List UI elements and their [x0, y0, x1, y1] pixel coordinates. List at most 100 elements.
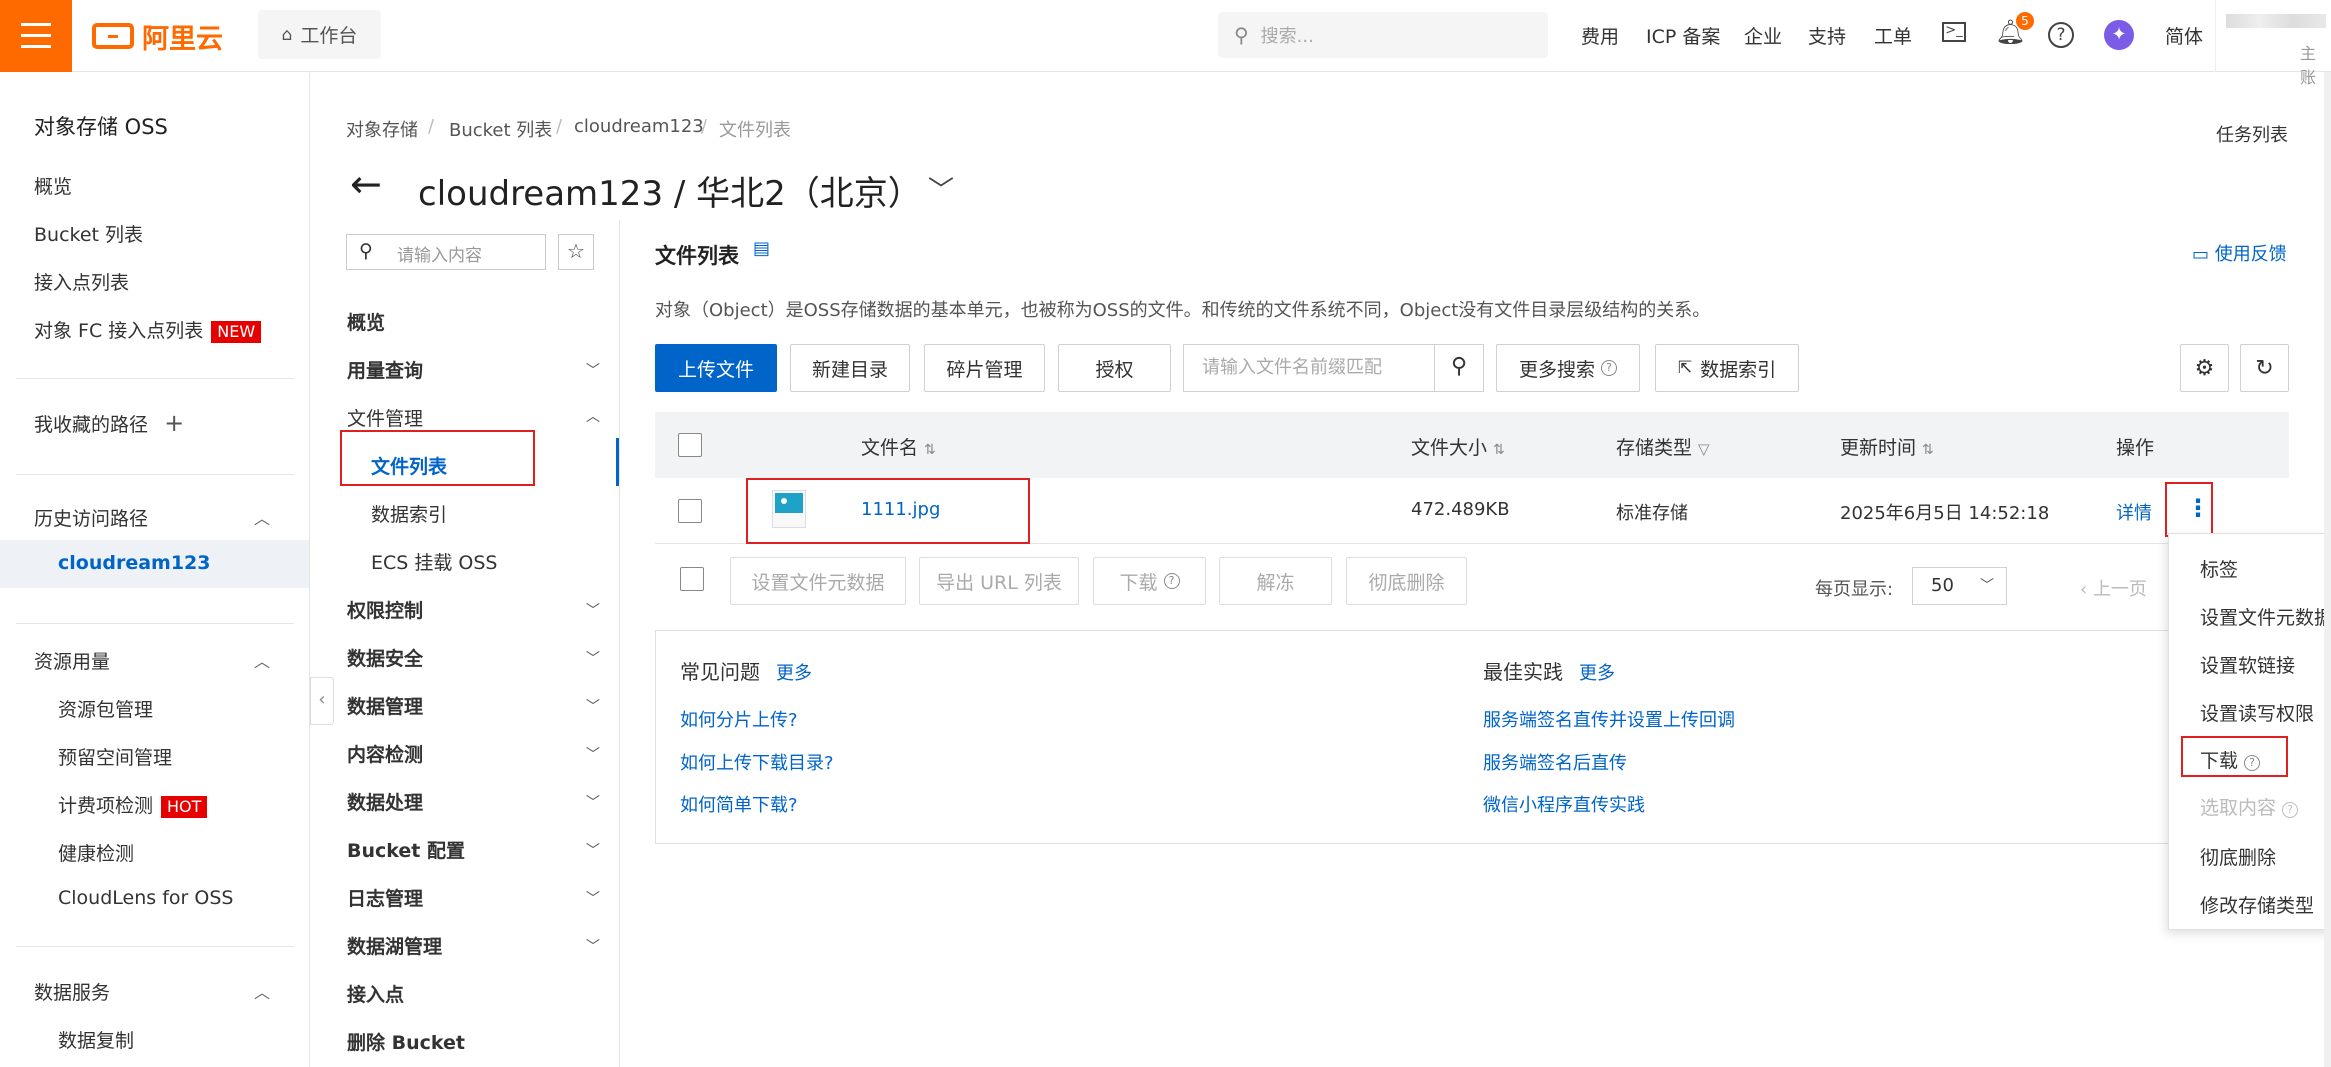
aliyun-logo[interactable]: 阿里云: [92, 18, 223, 55]
sidebar-item-fc-access-points[interactable]: 对象 FC 接入点列表 NEW: [34, 316, 262, 343]
nav-overview[interactable]: 概览: [347, 308, 385, 335]
settings-gear-icon[interactable]: ⚙: [2180, 344, 2229, 392]
nav-data-management[interactable]: 数据管理: [347, 692, 423, 719]
breadcrumb-oss[interactable]: 对象存储: [346, 116, 418, 142]
avatar[interactable]: ✦: [2104, 20, 2134, 50]
nav-search-input[interactable]: ⚲ 请输入内容: [346, 234, 546, 270]
help-icon[interactable]: ?: [2048, 22, 2074, 48]
sidebar-item-access-points[interactable]: 接入点列表: [34, 268, 129, 295]
faq-more-link[interactable]: 更多: [776, 663, 812, 684]
sidebar-item-health-check[interactable]: 健康检测: [58, 839, 134, 866]
nav-content-check[interactable]: 内容检测: [347, 740, 423, 767]
nav-log-management[interactable]: 日志管理: [347, 884, 423, 911]
faq-link[interactable]: 如何分片上传?: [680, 706, 798, 732]
star-icon[interactable]: ☆: [558, 234, 594, 270]
chevron-down-icon[interactable]: ﹀: [586, 936, 600, 956]
bulk-select-checkbox[interactable]: [680, 567, 704, 591]
sidebar-item-cloudlens[interactable]: CloudLens for OSS: [58, 887, 233, 909]
terminal-icon[interactable]: >_: [1942, 22, 1966, 42]
menu-item-symlink[interactable]: 设置软链接: [2200, 651, 2295, 678]
nav-delete-bucket[interactable]: 删除 Bucket: [347, 1028, 465, 1055]
plus-icon[interactable]: +: [164, 409, 184, 437]
set-metadata-button[interactable]: 设置文件元数据: [730, 557, 906, 605]
menu-item-change-storage[interactable]: 修改存储类型: [2200, 891, 2314, 918]
menu-item-set-metadata[interactable]: 设置文件元数据: [2200, 603, 2331, 630]
chevron-up-icon[interactable]: ︿: [254, 505, 270, 529]
sidebar-item-billing-check[interactable]: 计费项检测 HOT: [58, 791, 208, 818]
permanent-delete-button[interactable]: 彻底删除: [1346, 557, 1467, 605]
nav-data-security[interactable]: 数据安全: [347, 644, 423, 671]
chevron-down-icon[interactable]: ﹀: [586, 600, 600, 620]
sidebar-item-resource-packages[interactable]: 资源包管理: [58, 695, 153, 722]
workbench-button[interactable]: ⌂ 工作台: [258, 10, 381, 59]
chevron-down-icon[interactable]: ﹀: [928, 170, 954, 207]
sidebar-item-overview[interactable]: 概览: [34, 172, 72, 199]
feedback-link[interactable]: ▭ 使用反馈: [2192, 240, 2287, 266]
nav-link-billing[interactable]: 费用: [1581, 22, 1619, 49]
chevron-up-icon[interactable]: ︿: [254, 979, 270, 1003]
header-storage-type[interactable]: 存储类型 ▽: [1616, 433, 1710, 460]
header-filename[interactable]: 文件名 ⇅: [861, 433, 936, 460]
chevron-down-icon[interactable]: ﹀: [586, 360, 600, 380]
sidebar-item-reserved-space[interactable]: 预留空间管理: [58, 743, 172, 770]
nav-data-lake[interactable]: 数据湖管理: [347, 932, 442, 959]
language-switch[interactable]: 简体: [2165, 22, 2203, 49]
chevron-down-icon[interactable]: ﹀: [586, 696, 600, 716]
chevron-down-icon[interactable]: ﹀: [586, 648, 600, 668]
account-menu[interactable]: 主账: [2215, 0, 2331, 87]
upload-file-button[interactable]: 上传文件: [655, 344, 777, 392]
fragment-management-button[interactable]: 碎片管理: [924, 344, 1045, 392]
prev-page-button[interactable]: ‹ 上一页: [2080, 575, 2147, 601]
bulk-download-button[interactable]: 下载?: [1093, 557, 1206, 605]
chevron-up-icon[interactable]: ︿: [586, 406, 600, 426]
authorize-button[interactable]: 授权: [1058, 344, 1171, 392]
nav-link-ticket[interactable]: 工单: [1874, 22, 1912, 49]
file-detail-link[interactable]: 详情: [2116, 499, 2152, 525]
select-all-checkbox[interactable]: [678, 433, 702, 457]
task-list-link[interactable]: 任务列表: [2216, 121, 2288, 147]
row-checkbox[interactable]: [678, 499, 702, 523]
sidebar-item-favorites[interactable]: 我收藏的路径 +: [34, 409, 184, 437]
nav-link-icp[interactable]: ICP 备案: [1646, 22, 1720, 49]
sidebar-item-bucket-list[interactable]: Bucket 列表: [34, 220, 143, 247]
sidebar-group-history[interactable]: 历史访问路径: [34, 504, 148, 531]
search-icon[interactable]: ⚲: [1434, 344, 1484, 392]
back-arrow-icon[interactable]: ←: [350, 162, 382, 206]
refresh-icon[interactable]: ↻: [2240, 344, 2289, 392]
document-icon[interactable]: ▤: [753, 238, 770, 259]
faq-link[interactable]: 如何简单下载?: [680, 791, 798, 817]
export-url-button[interactable]: 导出 URL 列表: [919, 557, 1079, 605]
nav-data-index[interactable]: 数据索引: [371, 500, 447, 527]
nav-file-management[interactable]: 文件管理: [347, 404, 423, 431]
nav-link-support[interactable]: 支持: [1808, 22, 1846, 49]
sidebar-group-resource[interactable]: 资源用量: [34, 647, 110, 674]
sidebar-item-history-cloudream123[interactable]: cloudream123: [58, 552, 211, 574]
unfreeze-button[interactable]: 解冻: [1219, 557, 1332, 605]
more-search-button[interactable]: 更多搜索?: [1496, 344, 1640, 392]
chevron-down-icon[interactable]: ﹀: [586, 744, 600, 764]
menu-item-permanent-delete[interactable]: 彻底删除: [2200, 843, 2276, 870]
best-practice-link[interactable]: 服务端签名直传并设置上传回调: [1483, 706, 1735, 732]
menu-item-select-content[interactable]: 选取内容?: [2200, 793, 2299, 820]
chevron-down-icon[interactable]: ﹀: [586, 792, 600, 812]
data-index-button[interactable]: ⇱ 数据索引: [1655, 344, 1799, 392]
header-size[interactable]: 文件大小 ⇅: [1411, 433, 1505, 460]
menu-item-acl[interactable]: 设置读写权限: [2200, 699, 2314, 726]
file-prefix-search-input[interactable]: 请输入文件名前缀匹配: [1183, 344, 1435, 392]
best-practice-link[interactable]: 服务端签名后直传: [1483, 749, 1627, 775]
collapse-sidebar-handle[interactable]: ‹: [310, 677, 334, 725]
nav-access-point[interactable]: 接入点: [347, 980, 404, 1007]
page-size-select[interactable]: 50 ﹀: [1912, 567, 2007, 605]
new-directory-button[interactable]: 新建目录: [790, 344, 910, 392]
chevron-up-icon[interactable]: ︿: [254, 648, 270, 672]
nav-link-enterprise[interactable]: 企业: [1744, 22, 1782, 49]
scrollbar[interactable]: [2324, 72, 2331, 1067]
chevron-down-icon[interactable]: ﹀: [586, 888, 600, 908]
nav-ecs-mount[interactable]: ECS 挂载 OSS: [371, 548, 498, 575]
sidebar-group-data-service[interactable]: 数据服务: [34, 978, 110, 1005]
nav-bucket-config[interactable]: Bucket 配置: [347, 836, 465, 863]
global-search-input[interactable]: ⚲ 搜索...: [1218, 12, 1548, 58]
best-practice-link[interactable]: 微信小程序直传实践: [1483, 791, 1645, 817]
nav-usage[interactable]: 用量查询: [347, 356, 423, 383]
menu-item-tags[interactable]: 标签: [2200, 555, 2238, 582]
